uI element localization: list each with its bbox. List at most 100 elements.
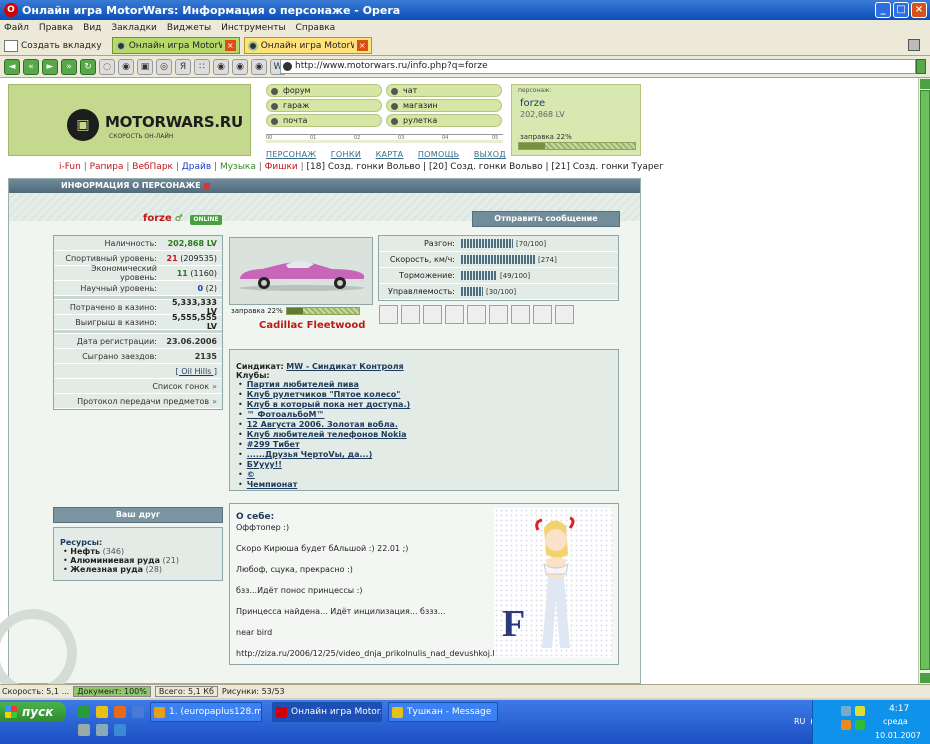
nav-roulette[interactable]: рулетка bbox=[386, 114, 502, 127]
mouse-gesture-icon[interactable]: ◌ bbox=[99, 58, 115, 75]
part-engine-icon[interactable] bbox=[445, 305, 464, 324]
quicklaunch-icon-2[interactable] bbox=[96, 706, 108, 718]
part-nitro-icon[interactable] bbox=[555, 305, 574, 324]
task-opera[interactable]: Онлайн игра Motor... bbox=[272, 702, 382, 722]
nav-link-races[interactable]: ГОНКИ bbox=[331, 150, 361, 159]
car-name[interactable]: Cadillac Fleetwood bbox=[259, 320, 365, 331]
part-suspension-icon[interactable] bbox=[401, 305, 420, 324]
races-text[interactable]: [18] Созд. гонки Вольво | [20] Созд. гон… bbox=[307, 162, 664, 172]
partner-link[interactable]: Музыка bbox=[220, 162, 256, 172]
club-link[interactable]: ......Друзья ЧертоVы, да...) bbox=[247, 450, 373, 459]
fast-forward-icon[interactable]: » bbox=[61, 58, 77, 75]
partner-link[interactable]: Драйв bbox=[182, 162, 211, 172]
club-link[interactable]: Чемпионат bbox=[247, 480, 298, 489]
menu-view[interactable]: Вид bbox=[83, 23, 101, 33]
nav-forum[interactable]: форум bbox=[266, 84, 382, 97]
yandex-icon[interactable]: Я bbox=[175, 58, 191, 75]
quicklaunch-icon-1[interactable] bbox=[78, 706, 90, 718]
dots-icon[interactable]: ∷ bbox=[194, 58, 210, 75]
new-tab-button[interactable]: Создать вкладку bbox=[4, 39, 108, 52]
forward-icon[interactable]: ► bbox=[42, 58, 58, 75]
address-field[interactable]: http://www.motorwars.ru/info.php?q=forze bbox=[280, 59, 916, 74]
scroll-up-icon[interactable] bbox=[920, 79, 930, 89]
tray-antivirus-icon[interactable] bbox=[855, 720, 865, 730]
eye-icon[interactable]: ◎ bbox=[156, 58, 172, 75]
race-list-link[interactable]: Список гонок» bbox=[54, 382, 222, 391]
partner-link[interactable]: i-Fun bbox=[59, 162, 81, 172]
menu-help[interactable]: Справка bbox=[296, 23, 336, 33]
site-icon-4[interactable]: ◉ bbox=[251, 58, 267, 75]
club-link[interactable]: ™ ФотоальбоМ™ bbox=[247, 410, 325, 419]
send-message-button[interactable]: Отправить сообщение bbox=[472, 211, 620, 227]
trash-icon[interactable] bbox=[908, 39, 920, 51]
scroll-thumb[interactable] bbox=[920, 90, 930, 670]
task-message[interactable]: Тушкан - Message bbox=[388, 702, 498, 722]
vertical-scrollbar[interactable] bbox=[918, 78, 930, 684]
tray-volume-icon[interactable] bbox=[841, 720, 851, 730]
tray-network-icon[interactable] bbox=[841, 706, 851, 716]
club-link[interactable]: 12 Августа 2006. Золотая вобла. bbox=[247, 420, 398, 429]
transfer-log-link[interactable]: Протокол передачи предметов» bbox=[54, 397, 222, 406]
club-link[interactable]: Клуб рулетчиков "Пятое колесо" bbox=[247, 390, 401, 399]
menu-widgets[interactable]: Виджеты bbox=[167, 23, 211, 33]
site-icon-2[interactable]: ◉ bbox=[213, 58, 229, 75]
close-window-button[interactable]: × bbox=[911, 2, 927, 18]
address-go-button[interactable] bbox=[916, 59, 926, 74]
partner-link[interactable]: Рапира bbox=[90, 162, 124, 172]
quicklaunch-icon-6[interactable] bbox=[96, 724, 108, 736]
rewind-icon[interactable]: « bbox=[23, 58, 39, 75]
nav-link-map[interactable]: КАРТА bbox=[376, 150, 404, 159]
club-link[interactable]: #299 Тибет bbox=[247, 440, 300, 449]
quicklaunch-icon-5[interactable] bbox=[78, 724, 90, 736]
part-wheel-icon[interactable] bbox=[379, 305, 398, 324]
site-icon-3[interactable]: ◉ bbox=[232, 58, 248, 75]
club-link[interactable]: БУууу!! bbox=[247, 460, 282, 469]
collapse-icon[interactable] bbox=[203, 182, 210, 189]
menu-tools[interactable]: Инструменты bbox=[221, 23, 285, 33]
tab-close-icon[interactable]: × bbox=[224, 40, 236, 51]
friend-button[interactable]: Ваш друг bbox=[53, 507, 223, 523]
nav-garage[interactable]: гараж bbox=[266, 99, 382, 112]
quicklaunch-icon-3[interactable] bbox=[114, 706, 126, 718]
task-winamp[interactable]: 1. (europaplus128.m... bbox=[150, 702, 262, 722]
tab-close-icon[interactable]: × bbox=[356, 40, 368, 51]
nav-link-help[interactable]: ПОМОЩЬ bbox=[418, 150, 460, 159]
clock-time[interactable]: 4:17 bbox=[889, 704, 909, 714]
start-button[interactable]: пуск bbox=[0, 702, 66, 722]
club-link[interactable]: Партия любителей пива bbox=[247, 380, 359, 389]
reload-icon[interactable]: ↻ bbox=[80, 58, 96, 75]
tab-motorwars-1[interactable]: Онлайн игра MotorWars... × bbox=[111, 37, 240, 54]
part-muffler-icon[interactable] bbox=[467, 305, 486, 324]
nav-mail[interactable]: почта bbox=[266, 114, 382, 127]
language-indicator[interactable]: RU bbox=[794, 717, 805, 726]
quicklaunch-icon-7[interactable] bbox=[114, 724, 126, 736]
menu-edit[interactable]: Правка bbox=[39, 23, 73, 33]
club-link[interactable]: © bbox=[247, 470, 255, 479]
image-icon[interactable]: ▣ bbox=[137, 58, 153, 75]
tray-messenger-icon[interactable] bbox=[855, 706, 865, 716]
maximize-button[interactable]: □ bbox=[893, 2, 909, 18]
nav-shop[interactable]: магазин bbox=[386, 99, 502, 112]
minimize-button[interactable]: _ bbox=[875, 2, 891, 18]
part-brake-icon[interactable] bbox=[533, 305, 552, 324]
menu-file[interactable]: Файл bbox=[4, 23, 29, 33]
part-exhaust-icon[interactable] bbox=[423, 305, 442, 324]
partner-link[interactable]: ВебПарк bbox=[132, 162, 173, 172]
tab-motorwars-2[interactable]: Онлайн игра MotorWars... × bbox=[243, 37, 372, 54]
club-link[interactable]: Клуб любителей телефонов Nokia bbox=[247, 430, 407, 439]
clan-link[interactable]: [ Oil Hills ] bbox=[54, 367, 222, 376]
nav-link-character[interactable]: ПЕРСОНАЖ bbox=[266, 150, 316, 159]
syndicate-link[interactable]: MW - Синдикат Контроля bbox=[286, 362, 403, 371]
part-filter-icon[interactable] bbox=[489, 305, 508, 324]
scroll-down-icon[interactable] bbox=[920, 673, 930, 683]
motorwars-logo[interactable]: ▣ MOTORWARS.RU СКОРОСТЬ ОН-ЛАЙН bbox=[8, 84, 251, 156]
site-icon-1[interactable]: ◉ bbox=[118, 58, 134, 75]
nav-chat[interactable]: чат bbox=[386, 84, 502, 97]
quicklaunch-icon-4[interactable] bbox=[132, 706, 144, 718]
part-gearbox-icon[interactable] bbox=[511, 305, 530, 324]
partner-link[interactable]: Фишки bbox=[265, 162, 298, 172]
menu-bookmarks[interactable]: Закладки bbox=[111, 23, 157, 33]
nav-link-exit[interactable]: ВЫХОД bbox=[474, 150, 506, 159]
user-name[interactable]: forze bbox=[520, 98, 545, 109]
club-link[interactable]: Клуб в который пока нет доступа.) bbox=[247, 400, 410, 409]
